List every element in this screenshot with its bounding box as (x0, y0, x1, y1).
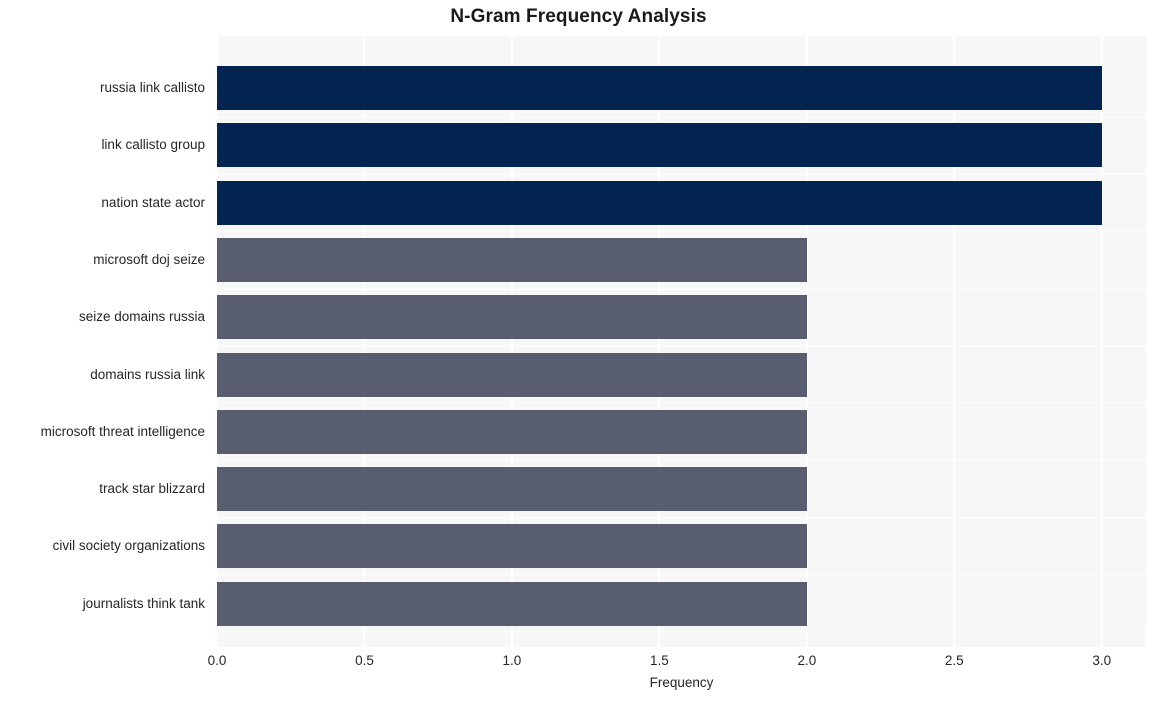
x-axis-tick-label: 1.5 (649, 653, 669, 668)
y-axis-tick-label: microsoft doj seize (93, 252, 205, 267)
y-axis-tick-labels: russia link callisto link callisto group n… (0, 36, 211, 647)
bar (217, 123, 1102, 167)
y-axis-tick-label: civil society organizations (52, 538, 205, 553)
x-axis-tick-label: 1.0 (502, 653, 522, 668)
x-axis-title: Frequency (649, 675, 714, 690)
x-axis-tick-labels: 0.0 0.5 1.0 1.5 2.0 2.5 3.0 (0, 652, 1157, 674)
y-axis-tick-label: link callisto group (101, 137, 205, 152)
chart-figure: N-Gram Frequency Analysis russia link ca… (0, 0, 1157, 701)
x-axis-tick-label: 2.5 (944, 653, 964, 668)
y-axis-tick-label: journalists think tank (82, 596, 205, 611)
y-axis-tick-label: microsoft threat intelligence (40, 424, 205, 439)
plot-area (217, 36, 1146, 647)
bars-layer (217, 36, 1146, 647)
chart-title: N-Gram Frequency Analysis (450, 6, 707, 27)
x-axis-tick-label: 0.0 (207, 653, 227, 668)
bar (217, 467, 807, 511)
y-axis-tick-label: nation state actor (101, 195, 205, 210)
y-axis-tick-label: track star blizzard (99, 481, 205, 496)
x-axis-tick-label: 2.0 (797, 653, 817, 668)
y-axis-tick-label: russia link callisto (99, 80, 205, 95)
bar (217, 181, 1102, 225)
bar (217, 353, 807, 397)
bar (217, 295, 807, 339)
x-axis-tick-label: 3.0 (1092, 653, 1112, 668)
x-axis-tick-label: 0.5 (355, 653, 374, 668)
y-axis-tick-label: domains russia link (90, 367, 205, 382)
bar (217, 582, 807, 626)
bar (217, 524, 807, 568)
y-axis-tick-label: seize domains russia (78, 309, 205, 324)
bar (217, 410, 807, 454)
bar (217, 238, 807, 282)
bar (217, 66, 1102, 110)
